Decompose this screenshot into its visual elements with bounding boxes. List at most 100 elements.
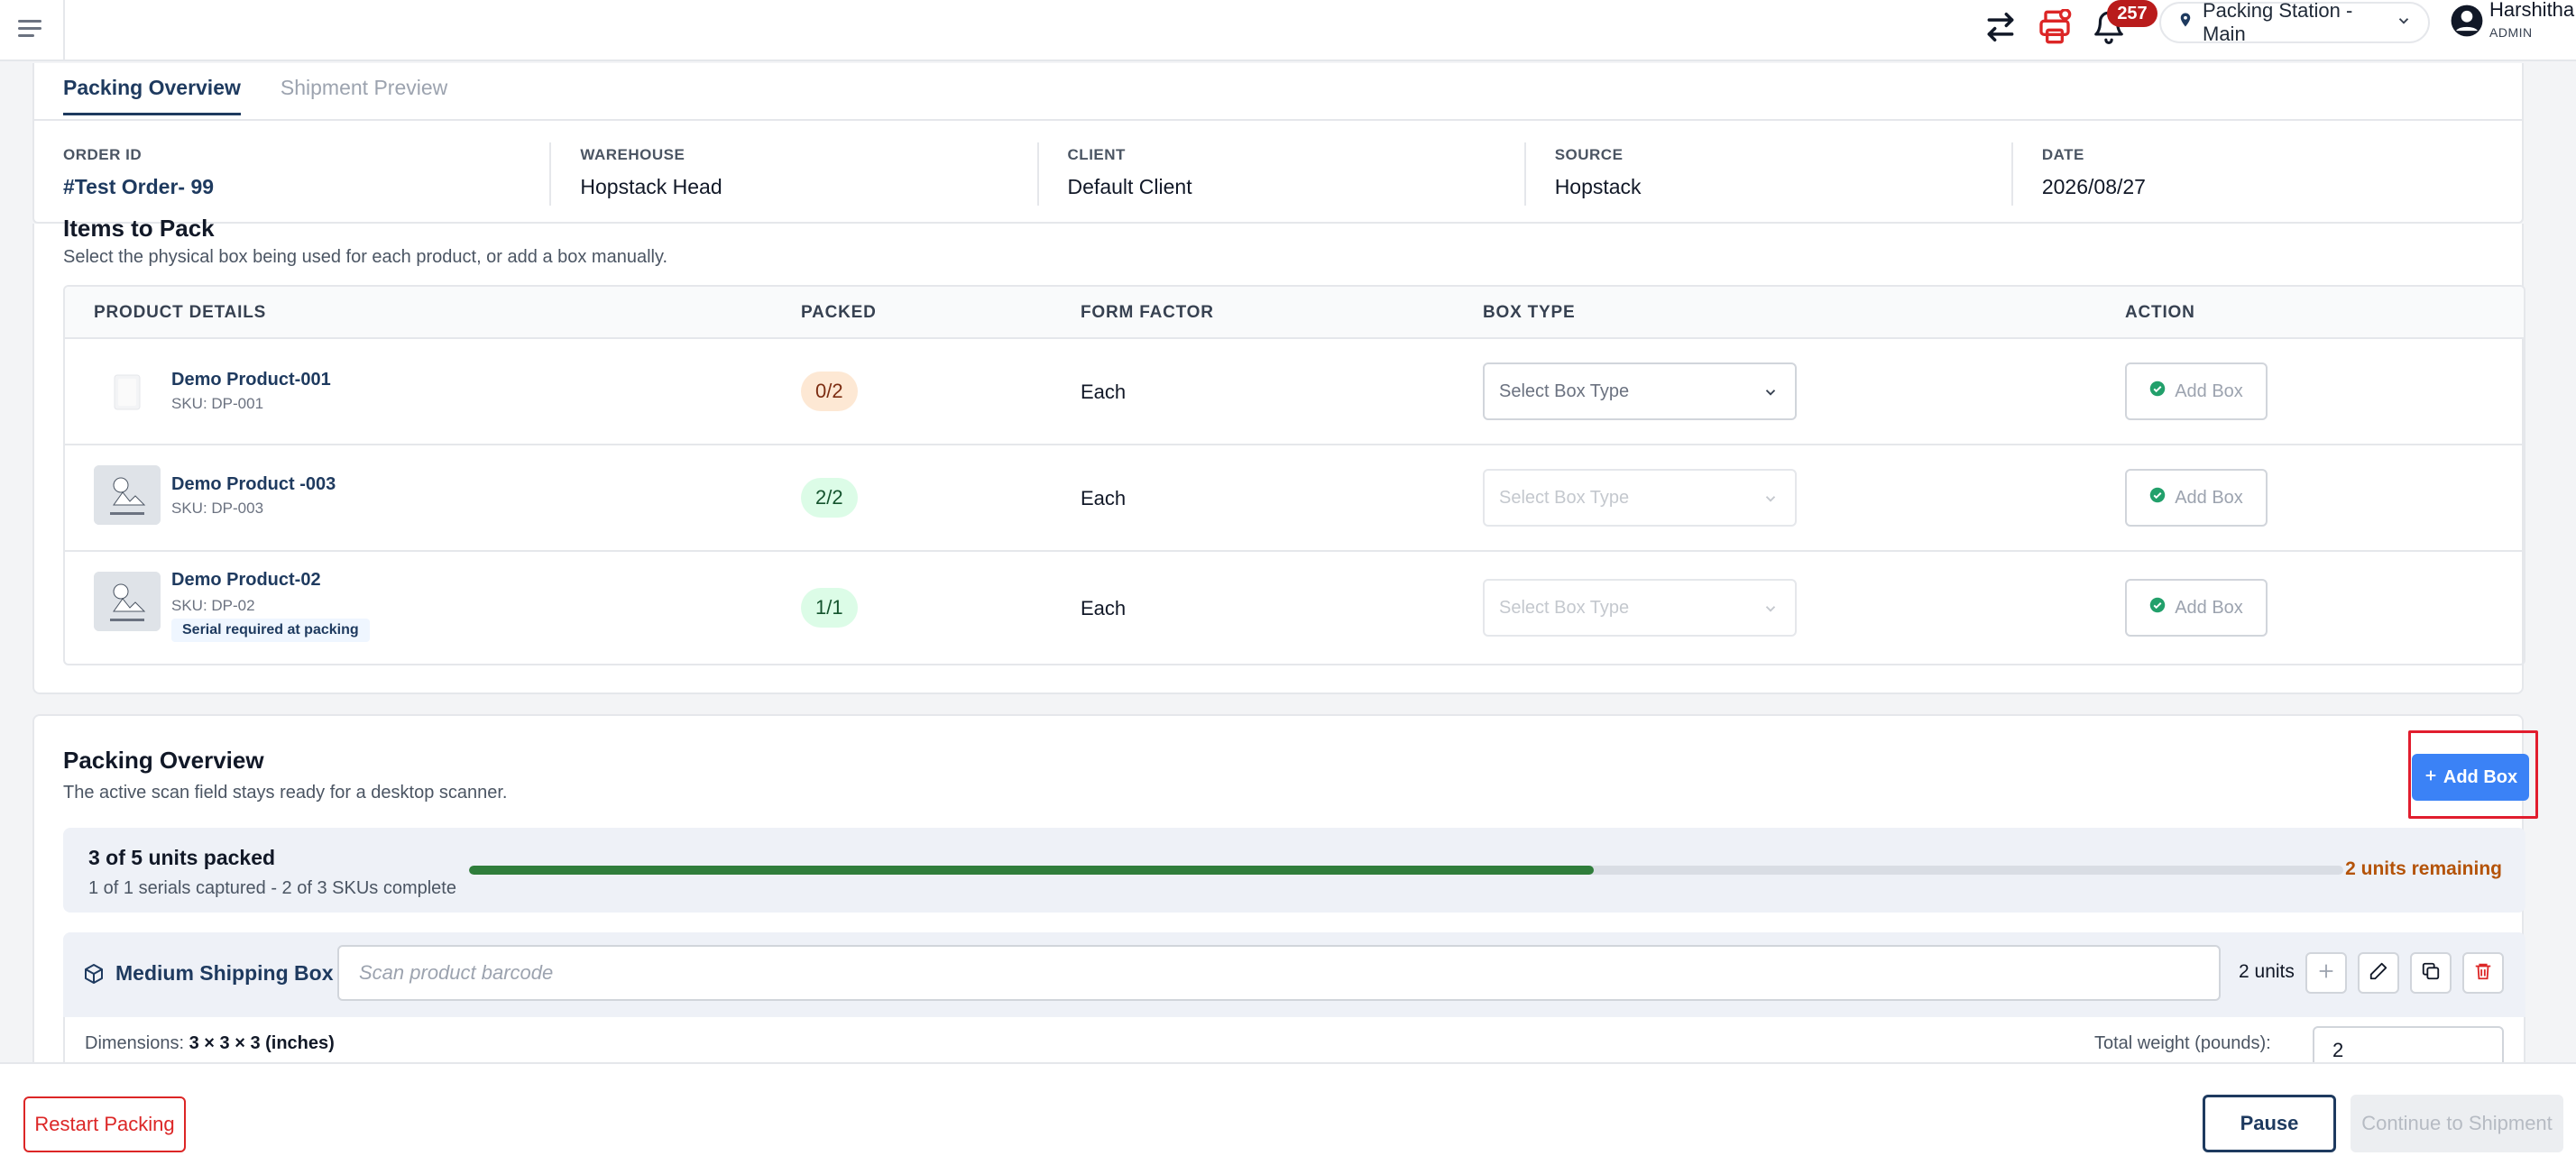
serial-required-tag: Serial required at packing [171,619,370,642]
plus-icon [2316,961,2336,986]
col-packed: PACKED [801,303,877,322]
box-name: Medium Shipping Box [115,961,334,985]
items-table: PRODUCT DETAILS PACKED FORM FACTOR BOX T… [63,285,2525,665]
pause-button[interactable]: Pause [2203,1095,2336,1152]
col-product-details: PRODUCT DETAILS [94,303,267,322]
box-type-select[interactable]: Select Box Type [1483,362,1797,420]
divider [63,0,65,61]
printer-icon[interactable] [2033,5,2076,49]
scan-barcode-input[interactable]: Scan product barcode [337,945,2221,1001]
trash-icon [2473,961,2493,986]
add-box-primary-button[interactable]: Add Box [2412,754,2529,801]
meta-label: SOURCE [1554,146,1624,163]
packing-subtitle: The active scan field stays ready for a … [63,783,508,803]
add-box-label: Add Box [2175,597,2243,618]
avatar-icon [2450,4,2484,42]
meta-date: DATE 2026/08/27 [2010,142,2498,206]
tab-packing-overview[interactable]: Packing Overview [63,76,241,115]
product-image [94,572,161,631]
user-role: ADMIN [2489,25,2533,40]
dimensions-label: Dimensions: [85,1033,185,1053]
form-factor: Each [1081,381,1127,403]
add-item-button[interactable] [2305,952,2347,994]
user-name: Harshitha [2489,0,2575,21]
progress-panel: 3 of 5 units packed 1 of 1 serials captu… [63,828,2525,913]
packing-overview-card: Packing Overview The active scan field s… [32,714,2538,1095]
chevron-down-icon [1762,491,1779,512]
station-select[interactable]: Packing Station - Main [2159,0,2430,45]
product-sku: SKU: DP-003 [171,500,264,517]
notification-badge: 257 [2107,0,2157,27]
user-menu[interactable]: Harshitha ADMIN [2450,0,2576,54]
meta-source: SOURCE Hopstack [1523,142,2011,206]
order-id-link[interactable]: #Test Order- 99 [63,175,549,199]
product-name[interactable]: Demo Product-02 [171,570,321,591]
weight-label: Total weight (pounds): [2094,1033,2271,1053]
continue-to-shipment-button[interactable]: Continue to Shipment [2351,1095,2563,1152]
col-form-factor: FORM FACTOR [1081,303,1214,322]
copy-icon [2421,961,2441,986]
add-box-button[interactable]: Add Box [2125,362,2268,420]
table-row: Demo Product-02 SKU: DP-02 Serial requir… [65,552,2524,664]
top-bar: 257 Packing Station - Main Harshitha ADM… [0,0,2576,61]
box-unit-count: 2 units [2239,961,2295,982]
units-remaining: 2 units remaining [2345,858,2502,879]
box-type-select[interactable]: Select Box Type [1483,579,1797,637]
meta-client: CLIENT Default Client [1036,142,1524,206]
packed-badge: 1/1 [801,588,858,628]
add-box-primary-label: Add Box [2443,766,2518,787]
col-box-type: BOX TYPE [1483,303,1576,322]
chevron-down-icon [2396,11,2412,34]
order-overview-card: Packing Overview Shipment Preview ORDER … [32,63,2524,224]
location-pin-icon [2177,10,2194,35]
table-header: PRODUCT DETAILS PACKED FORM FACTOR BOX T… [65,287,2524,339]
station-label: Packing Station - Main [2203,0,2353,45]
check-circle-icon [2149,381,2166,402]
progress-bar [469,866,2343,875]
product-sku: SKU: DP-02 [171,597,255,614]
delete-box-button[interactable] [2462,952,2504,994]
form-factor: Each [1081,597,1127,619]
duplicate-box-button[interactable] [2410,952,2452,994]
swap-arrows-icon[interactable] [1979,5,2022,49]
packed-badge: 2/2 [801,478,858,518]
box-type-placeholder: Select Box Type [1499,381,1630,401]
product-sku: SKU: DP-001 [171,395,264,412]
items-to-pack-card: Items to Pack Select the physical box be… [32,215,2525,694]
edit-box-button[interactable] [2358,952,2399,994]
meta-value: Hopstack [1554,175,1642,198]
meta-label: DATE [2041,146,2084,163]
action-footer: Restart Packing Pause Continue to Shipme… [0,1062,2576,1165]
box-type-select[interactable]: Select Box Type [1483,469,1797,527]
product-name[interactable]: Demo Product -003 [171,474,336,495]
chevron-down-icon [1762,384,1779,406]
tab-shipment-preview[interactable]: Shipment Preview [281,76,447,115]
meta-value: 2026/08/27 [2041,175,2146,198]
add-box-button[interactable]: Add Box [2125,579,2268,637]
meta-order-id: ORDER ID #Test Order- 99 [63,142,549,206]
menu-icon[interactable] [13,9,51,47]
check-circle-icon [2149,597,2166,619]
meta-label: CLIENT [1067,146,1126,163]
dimensions-value: 3 × 3 × 3 (inches) [189,1033,335,1053]
cube-icon [83,963,105,989]
chevron-down-icon [1762,601,1779,622]
table-row: Demo Product -003 SKU: DP-003 2/2 Each S… [65,445,2524,552]
box-header: Medium Shipping Box Scan product barcode… [63,932,2525,1017]
product-name[interactable]: Demo Product-001 [171,370,331,390]
form-factor: Each [1081,487,1127,509]
table-row: Demo Product-001 SKU: DP-001 0/2 Each Se… [65,339,2524,445]
pencil-icon [2369,961,2388,986]
progress-subtitle: 1 of 1 serials captured - 2 of 3 SKUs co… [88,878,456,898]
meta-warehouse: WAREHOUSE Hopstack Head [549,142,1036,206]
meta-label: ORDER ID [63,146,143,163]
progress-bar-fill [469,866,1594,875]
restart-packing-button[interactable]: Restart Packing [23,1096,186,1152]
col-action: ACTION [2125,303,2195,322]
packed-badge: 0/2 [801,372,858,411]
tabs-divider [34,119,2522,121]
add-box-label: Add Box [2175,381,2243,401]
add-box-button[interactable]: Add Box [2125,469,2268,527]
items-subtitle: Select the physical box being used for e… [63,247,668,267]
packing-title: Packing Overview [63,747,264,774]
